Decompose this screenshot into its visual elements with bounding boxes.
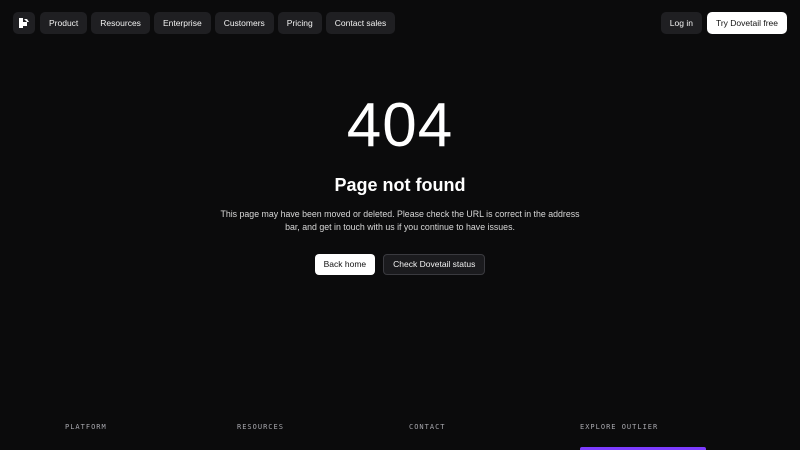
footer-heading-contact: CONTACT bbox=[409, 423, 446, 431]
nav-enterprise-button[interactable]: Enterprise bbox=[153, 12, 211, 34]
nav-product-button[interactable]: Product bbox=[40, 12, 88, 34]
top-navigation: Product Resources Enterprise Customers P… bbox=[0, 0, 800, 46]
check-status-button[interactable]: Check Dovetail status bbox=[383, 254, 486, 275]
error-code: 404 bbox=[346, 91, 454, 160]
page: Product Resources Enterprise Customers P… bbox=[0, 0, 800, 450]
dovetail-logo-icon[interactable] bbox=[13, 12, 35, 34]
footer-heading-resources: RESOURCES bbox=[237, 423, 284, 431]
nav-pricing-button[interactable]: Pricing bbox=[277, 12, 322, 34]
footer: PLATFORM RESOURCES CONTACT EXPLORE OUTLI… bbox=[0, 422, 800, 450]
error-description: This page may have been moved or deleted… bbox=[220, 209, 580, 232]
login-button[interactable]: Log in bbox=[660, 12, 702, 34]
nav-actions: Log in Try Dovetail free bbox=[660, 12, 787, 34]
footer-heading-explore-outlier: EXPLORE OUTLIER bbox=[580, 423, 659, 431]
nav-contact-sales-button[interactable]: Contact sales bbox=[325, 12, 396, 34]
page-title: Page not found bbox=[334, 175, 466, 195]
back-home-button[interactable]: Back home bbox=[314, 254, 376, 275]
footer-heading-platform: PLATFORM bbox=[65, 423, 107, 431]
try-dovetail-free-button[interactable]: Try Dovetail free bbox=[706, 12, 787, 34]
logo-mark bbox=[19, 18, 29, 28]
nav-customers-button[interactable]: Customers bbox=[214, 12, 274, 34]
error-content: 404 Page not found This page may have be… bbox=[0, 88, 800, 275]
nav-resources-button[interactable]: Resources bbox=[91, 12, 150, 34]
error-actions: Back home Check Dovetail status bbox=[0, 254, 800, 275]
primary-nav: Product Resources Enterprise Customers P… bbox=[40, 12, 396, 34]
